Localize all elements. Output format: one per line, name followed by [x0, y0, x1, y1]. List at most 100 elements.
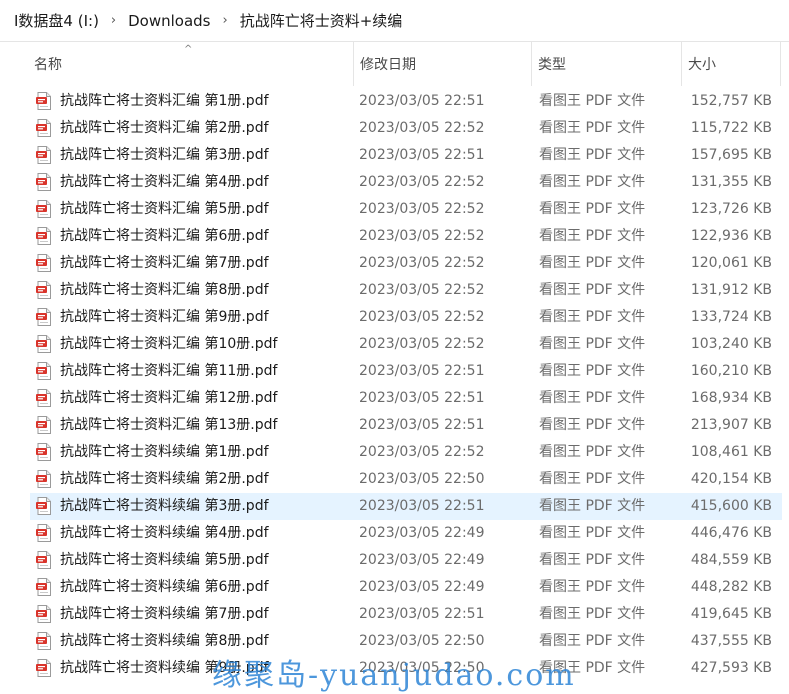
column-header: ^ 名称 修改日期 类型 大小 — [0, 42, 789, 88]
pdf-file-icon — [36, 281, 51, 299]
file-size: 484,559 KB — [690, 552, 772, 568]
pdf-file-icon — [36, 173, 51, 191]
pdf-file-icon — [36, 416, 51, 434]
file-row[interactable]: 抗战阵亡将士资料汇编 第8册.pdf 2023/03/05 22:52 看图王 … — [0, 277, 789, 304]
column-header-type-label: 类型 — [538, 57, 566, 73]
file-row[interactable]: 抗战阵亡将士资料续编 第4册.pdf 2023/03/05 22:49 看图王 … — [0, 520, 789, 547]
file-name: 抗战阵亡将士资料汇编 第12册.pdf — [60, 390, 278, 406]
file-size: 152,757 KB — [690, 93, 772, 109]
file-type: 看图王 PDF 文件 — [539, 525, 646, 541]
breadcrumb-downloads[interactable]: Downloads — [122, 12, 216, 30]
file-date: 2023/03/05 22:50 — [359, 471, 485, 487]
file-row[interactable]: 抗战阵亡将士资料汇编 第3册.pdf 2023/03/05 22:51 看图王 … — [0, 142, 789, 169]
pdf-file-icon — [36, 659, 51, 677]
pdf-file-icon — [36, 362, 51, 380]
file-size: 160,210 KB — [690, 363, 772, 379]
breadcrumb: I数据盘4 (I:) › Downloads › 抗战阵亡将士资料+续编 — [0, 0, 789, 42]
file-row[interactable]: 抗战阵亡将士资料汇编 第4册.pdf 2023/03/05 22:52 看图王 … — [0, 169, 789, 196]
column-header-size-label: 大小 — [688, 57, 716, 73]
file-name: 抗战阵亡将士资料汇编 第11册.pdf — [60, 363, 278, 379]
file-size: 133,724 KB — [690, 309, 772, 325]
file-date: 2023/03/05 22:52 — [359, 120, 485, 136]
pdf-file-icon — [36, 389, 51, 407]
chevron-right-icon[interactable]: › — [217, 13, 234, 28]
file-row[interactable]: 抗战阵亡将士资料续编 第3册.pdf 2023/03/05 22:51 看图王 … — [0, 493, 789, 520]
file-type: 看图王 PDF 文件 — [539, 363, 646, 379]
pdf-file-icon — [36, 605, 51, 623]
file-type: 看图王 PDF 文件 — [539, 390, 646, 406]
file-size: 131,355 KB — [690, 174, 772, 190]
file-date: 2023/03/05 22:49 — [359, 552, 485, 568]
file-row[interactable]: 抗战阵亡将士资料汇编 第11册.pdf 2023/03/05 22:51 看图王… — [0, 358, 789, 385]
pdf-file-icon — [36, 92, 51, 110]
file-date: 2023/03/05 22:52 — [359, 201, 485, 217]
file-name: 抗战阵亡将士资料汇编 第5册.pdf — [60, 201, 269, 217]
file-date: 2023/03/05 22:52 — [359, 255, 485, 271]
file-name: 抗战阵亡将士资料汇编 第10册.pdf — [60, 336, 278, 352]
file-size: 131,912 KB — [690, 282, 772, 298]
file-name: 抗战阵亡将士资料汇编 第2册.pdf — [60, 120, 269, 136]
file-type: 看图王 PDF 文件 — [539, 498, 646, 514]
file-name: 抗战阵亡将士资料汇编 第8册.pdf — [60, 282, 269, 298]
column-header-name[interactable]: 名称 — [28, 42, 353, 86]
breadcrumb-drive[interactable]: I数据盘4 (I:) — [8, 10, 105, 31]
file-row[interactable]: 抗战阵亡将士资料续编 第6册.pdf 2023/03/05 22:49 看图王 … — [0, 574, 789, 601]
column-header-date[interactable]: 修改日期 — [353, 42, 531, 86]
file-row[interactable]: 抗战阵亡将士资料汇编 第7册.pdf 2023/03/05 22:52 看图王 … — [0, 250, 789, 277]
file-name: 抗战阵亡将士资料续编 第4册.pdf — [60, 525, 269, 541]
pdf-file-icon — [36, 254, 51, 272]
file-size: 103,240 KB — [690, 336, 772, 352]
file-date: 2023/03/05 22:51 — [359, 93, 485, 109]
file-date: 2023/03/05 22:51 — [359, 390, 485, 406]
file-name: 抗战阵亡将士资料汇编 第7册.pdf — [60, 255, 269, 271]
file-date: 2023/03/05 22:52 — [359, 174, 485, 190]
file-row[interactable]: 抗战阵亡将士资料续编 第7册.pdf 2023/03/05 22:51 看图王 … — [0, 601, 789, 628]
column-header-date-label: 修改日期 — [360, 57, 416, 73]
chevron-right-icon[interactable]: › — [105, 13, 122, 28]
file-size: 446,476 KB — [690, 525, 772, 541]
file-name: 抗战阵亡将士资料续编 第1册.pdf — [60, 444, 269, 460]
column-header-type[interactable]: 类型 — [531, 42, 681, 86]
pdf-file-icon — [36, 470, 51, 488]
file-date: 2023/03/05 22:49 — [359, 579, 485, 595]
pdf-file-icon — [36, 578, 51, 596]
file-type: 看图王 PDF 文件 — [539, 120, 646, 136]
file-row[interactable]: 抗战阵亡将士资料汇编 第9册.pdf 2023/03/05 22:52 看图王 … — [0, 304, 789, 331]
file-type: 看图王 PDF 文件 — [539, 282, 646, 298]
file-row[interactable]: 抗战阵亡将士资料汇编 第12册.pdf 2023/03/05 22:51 看图王… — [0, 385, 789, 412]
file-row[interactable]: 抗战阵亡将士资料续编 第2册.pdf 2023/03/05 22:50 看图王 … — [0, 466, 789, 493]
file-size: 415,600 KB — [690, 498, 772, 514]
file-type: 看图王 PDF 文件 — [539, 471, 646, 487]
pdf-file-icon — [36, 119, 51, 137]
file-row[interactable]: 抗战阵亡将士资料汇编 第2册.pdf 2023/03/05 22:52 看图王 … — [0, 115, 789, 142]
file-type: 看图王 PDF 文件 — [539, 147, 646, 163]
file-type: 看图王 PDF 文件 — [539, 255, 646, 271]
file-date: 2023/03/05 22:51 — [359, 417, 485, 433]
file-name: 抗战阵亡将士资料汇编 第1册.pdf — [60, 93, 269, 109]
file-date: 2023/03/05 22:52 — [359, 228, 485, 244]
file-row[interactable]: 抗战阵亡将士资料汇编 第13册.pdf 2023/03/05 22:51 看图王… — [0, 412, 789, 439]
file-size: 420,154 KB — [690, 471, 772, 487]
watermark-text: 缘聚岛-yuanjudao.com — [212, 658, 576, 693]
file-date: 2023/03/05 22:51 — [359, 147, 485, 163]
file-size: 108,461 KB — [690, 444, 772, 460]
file-size: 168,934 KB — [690, 390, 772, 406]
file-name: 抗战阵亡将士资料汇编 第9册.pdf — [60, 309, 269, 325]
file-row[interactable]: 抗战阵亡将士资料汇编 第5册.pdf 2023/03/05 22:52 看图王 … — [0, 196, 789, 223]
column-header-size[interactable]: 大小 — [681, 42, 781, 86]
file-row[interactable]: 抗战阵亡将士资料汇编 第1册.pdf 2023/03/05 22:51 看图王 … — [0, 88, 789, 115]
column-header-name-label: 名称 — [34, 57, 62, 73]
file-row[interactable]: 抗战阵亡将士资料汇编 第10册.pdf 2023/03/05 22:52 看图王… — [0, 331, 789, 358]
pdf-file-icon — [36, 308, 51, 326]
file-type: 看图王 PDF 文件 — [539, 552, 646, 568]
breadcrumb-current-folder[interactable]: 抗战阵亡将士资料+续编 — [234, 10, 409, 31]
file-type: 看图王 PDF 文件 — [539, 174, 646, 190]
file-row[interactable]: 抗战阵亡将士资料汇编 第6册.pdf 2023/03/05 22:52 看图王 … — [0, 223, 789, 250]
file-row[interactable]: 抗战阵亡将士资料续编 第1册.pdf 2023/03/05 22:52 看图王 … — [0, 439, 789, 466]
file-list: 抗战阵亡将士资料汇编 第1册.pdf 2023/03/05 22:51 看图王 … — [0, 88, 789, 682]
file-type: 看图王 PDF 文件 — [539, 417, 646, 433]
file-name: 抗战阵亡将士资料续编 第2册.pdf — [60, 471, 269, 487]
file-row[interactable]: 抗战阵亡将士资料续编 第5册.pdf 2023/03/05 22:49 看图王 … — [0, 547, 789, 574]
file-date: 2023/03/05 22:52 — [359, 444, 485, 460]
pdf-file-icon — [36, 200, 51, 218]
